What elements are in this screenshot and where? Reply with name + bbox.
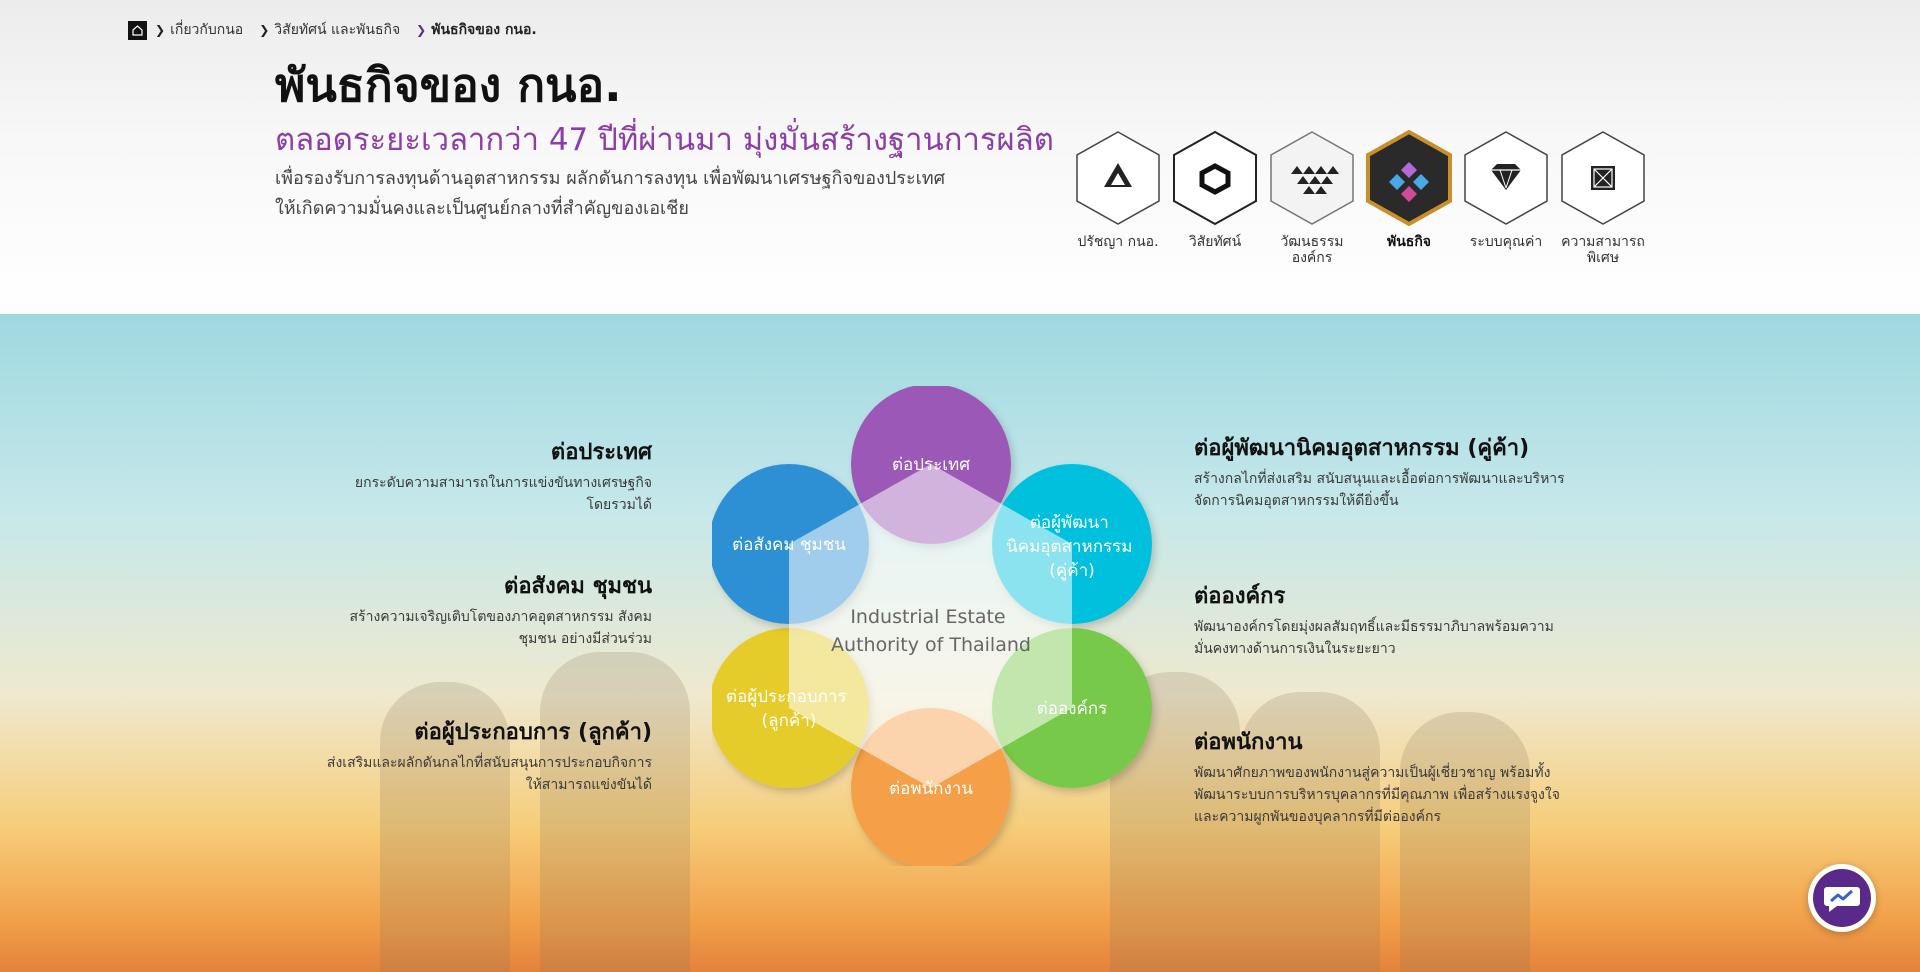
circle-label-bottom-right: ต่อองค์กร (1037, 699, 1108, 719)
hex-menu-item-vision[interactable]: วิสัยทัศน์ (1167, 130, 1263, 266)
mission-item-text: ยกระดับความสามารถในการแข่งขันทางเศรษฐกิจ (354, 475, 652, 491)
mission-diagram: Industrial Estate Authority of Thailand … (709, 384, 1216, 868)
mission-item-text: พัฒนาองค์กรโดยมุ่งผลสัมฤทธิ์และมีธรรมาภิ… (1194, 619, 1554, 635)
circle-label-top-left: ต่อสังคม ชุมชน (732, 535, 846, 555)
mission-item-developer: ต่อผู้พัฒนานิคมอุตสาหกรรม (คู่ค้า) สร้าง… (1194, 434, 1594, 512)
circle-label-top: ต่อประเทศ (892, 455, 970, 475)
triangles-icon (1270, 131, 1354, 225)
hex-menu-item-capabilities[interactable]: ความสามารถพิเศษ (1555, 130, 1651, 266)
breadcrumb-label: พันธกิจของ กนอ. (431, 22, 537, 38)
page-subtitle: ตลอดระยะเวลากว่า 47 ปีที่ผ่านมา มุ่งมั่น… (275, 122, 1054, 158)
hex-menu-label: ความสามารถพิเศษ (1561, 234, 1645, 266)
page-title: พันธกิจของ กนอ. (275, 58, 622, 112)
mission-item-text: สร้างกลไกที่ส่งเสริม สนับสนุนและเอื้อต่อ… (1194, 471, 1565, 487)
hex-menu-label: วิสัยทัศน์ (1188, 234, 1242, 250)
page-description: เพื่อรองรับการลงทุนด้านอุตสาหกรรม ผลักดั… (275, 164, 975, 224)
breadcrumb-label[interactable]: วิสัยทัศน์ และพันธกิจ (274, 19, 400, 41)
mission-item-society: ต่อสังคม ชุมชน สร้างความเจริญเติบโตของภา… (312, 572, 652, 650)
mission-item-text: ชุมชน อย่างมีส่วนร่วม (518, 631, 652, 647)
chevron-right-icon: ❯ (155, 23, 166, 37)
mission-item-text: สร้างความเจริญเติบโตของภาคอุตสาหกรรม สัง… (349, 609, 652, 625)
mission-item-country: ต่อประเทศ ยกระดับความสามารถในการแข่งขันท… (312, 438, 652, 516)
breadcrumb-item-current: ❯ พันธกิจของ กนอ. (416, 19, 537, 41)
description-line: เพื่อรองรับการลงทุนด้านอุตสาหกรรม ผลักดั… (275, 168, 946, 189)
crossed-box-icon (1561, 131, 1645, 225)
chat-trend-icon (1813, 869, 1871, 927)
hex-menu-item-culture[interactable]: วัฒนธรรมองค์กร (1264, 130, 1360, 266)
mission-item-title: ต่อองค์กร (1194, 584, 1286, 609)
home-icon[interactable] (128, 20, 147, 40)
hex-menu-item-philosophy[interactable]: ปรัชญา กนอ. (1070, 130, 1166, 266)
mission-item-text: พัฒนาระบบการบริหารบุคลากรที่มีคุณภาพ เพื… (1194, 787, 1560, 803)
mission-item-title: ต่อประเทศ (550, 440, 652, 465)
hex-menu-item-mission[interactable]: พันธกิจ (1361, 130, 1457, 266)
background-figure (540, 652, 690, 972)
mission-item-text: ให้สามารถแข่งขันได้ (525, 777, 652, 793)
mission-item-text: พัฒนาศักยภาพของพนักงานสู่ความเป็นผู้เชี่… (1194, 765, 1551, 781)
chevron-right-icon: ❯ (416, 23, 427, 37)
mission-item-text: โดยรวมได้ (586, 497, 652, 513)
mission-item-title: ต่อผู้ประกอบการ (ลูกค้า) (414, 720, 652, 745)
hex-menu-item-values[interactable]: ระบบคุณค่า (1458, 130, 1554, 266)
mission-item-title: ต่อพนักงาน (1194, 730, 1303, 755)
header-section: ❯ เกี่ยวกับกนอ ❯ วิสัยทัศน์ และพันธกิจ ❯… (0, 0, 1920, 314)
hex-menu-label: ปรัชญา กนอ. (1077, 234, 1159, 250)
hex-menu-label: วัฒนธรรมองค์กร (1280, 234, 1344, 266)
breadcrumb-label[interactable]: เกี่ยวกับกนอ (170, 19, 243, 41)
mission-item-text: และความผูกพันของบุคลากรที่มีต่อองค์กร (1194, 809, 1441, 825)
breadcrumb: ❯ เกี่ยวกับกนอ ❯ วิสัยทัศน์ และพันธกิจ ❯… (128, 19, 553, 41)
mission-item-title: ต่อผู้พัฒนานิคมอุตสาหกรรม (คู่ค้า) (1194, 436, 1530, 461)
hex-menu: ปรัชญา กนอ. วิสัยทัศน์ วัฒนธรรมองค์กร พั… (1070, 130, 1652, 266)
hex-menu-label: ระบบคุณค่า (1469, 234, 1543, 250)
circle-label-bottom: ต่อพนักงาน (889, 779, 973, 799)
chat-button[interactable] (1808, 864, 1876, 932)
triangle-icon (1076, 131, 1160, 225)
mission-item-text: มั่นคงทางด้านการเงินในระยะยาว (1194, 641, 1396, 657)
diamond-cluster-icon (1366, 130, 1452, 226)
description-line: ให้เกิดความมั่นคงและเป็นศูนย์กลางที่สำคั… (275, 198, 689, 219)
mission-section: Industrial Estate Authority of Thailand … (0, 314, 1920, 972)
chevron-right-icon: ❯ (259, 23, 270, 37)
mission-item-title: ต่อสังคม ชุมชน (504, 574, 652, 599)
mission-item-employee: ต่อพนักงาน พัฒนาศักยภาพของพนักงานสู่ความ… (1194, 728, 1594, 828)
mission-item-customer: ต่อผู้ประกอบการ (ลูกค้า) ส่งเสริมและผลัก… (312, 718, 652, 796)
mission-item-text: ส่งเสริมและผลักดันกลไกที่สนับสนุนการประก… (326, 755, 652, 771)
gem-icon (1464, 131, 1548, 225)
breadcrumb-item-about[interactable]: ❯ เกี่ยวกับกนอ (155, 19, 243, 41)
hex-menu-label: พันธกิจ (1386, 234, 1432, 250)
mission-item-text: จัดการนิคมอุตสาหกรรมให้ดียิ่งขึ้น (1194, 493, 1399, 509)
hexagon-icon (1173, 130, 1257, 226)
mission-item-organization: ต่อองค์กร พัฒนาองค์กรโดยมุ่งผลสัมฤทธิ์แล… (1194, 582, 1594, 660)
breadcrumb-item-vision[interactable]: ❯ วิสัยทัศน์ และพันธกิจ (259, 19, 400, 41)
